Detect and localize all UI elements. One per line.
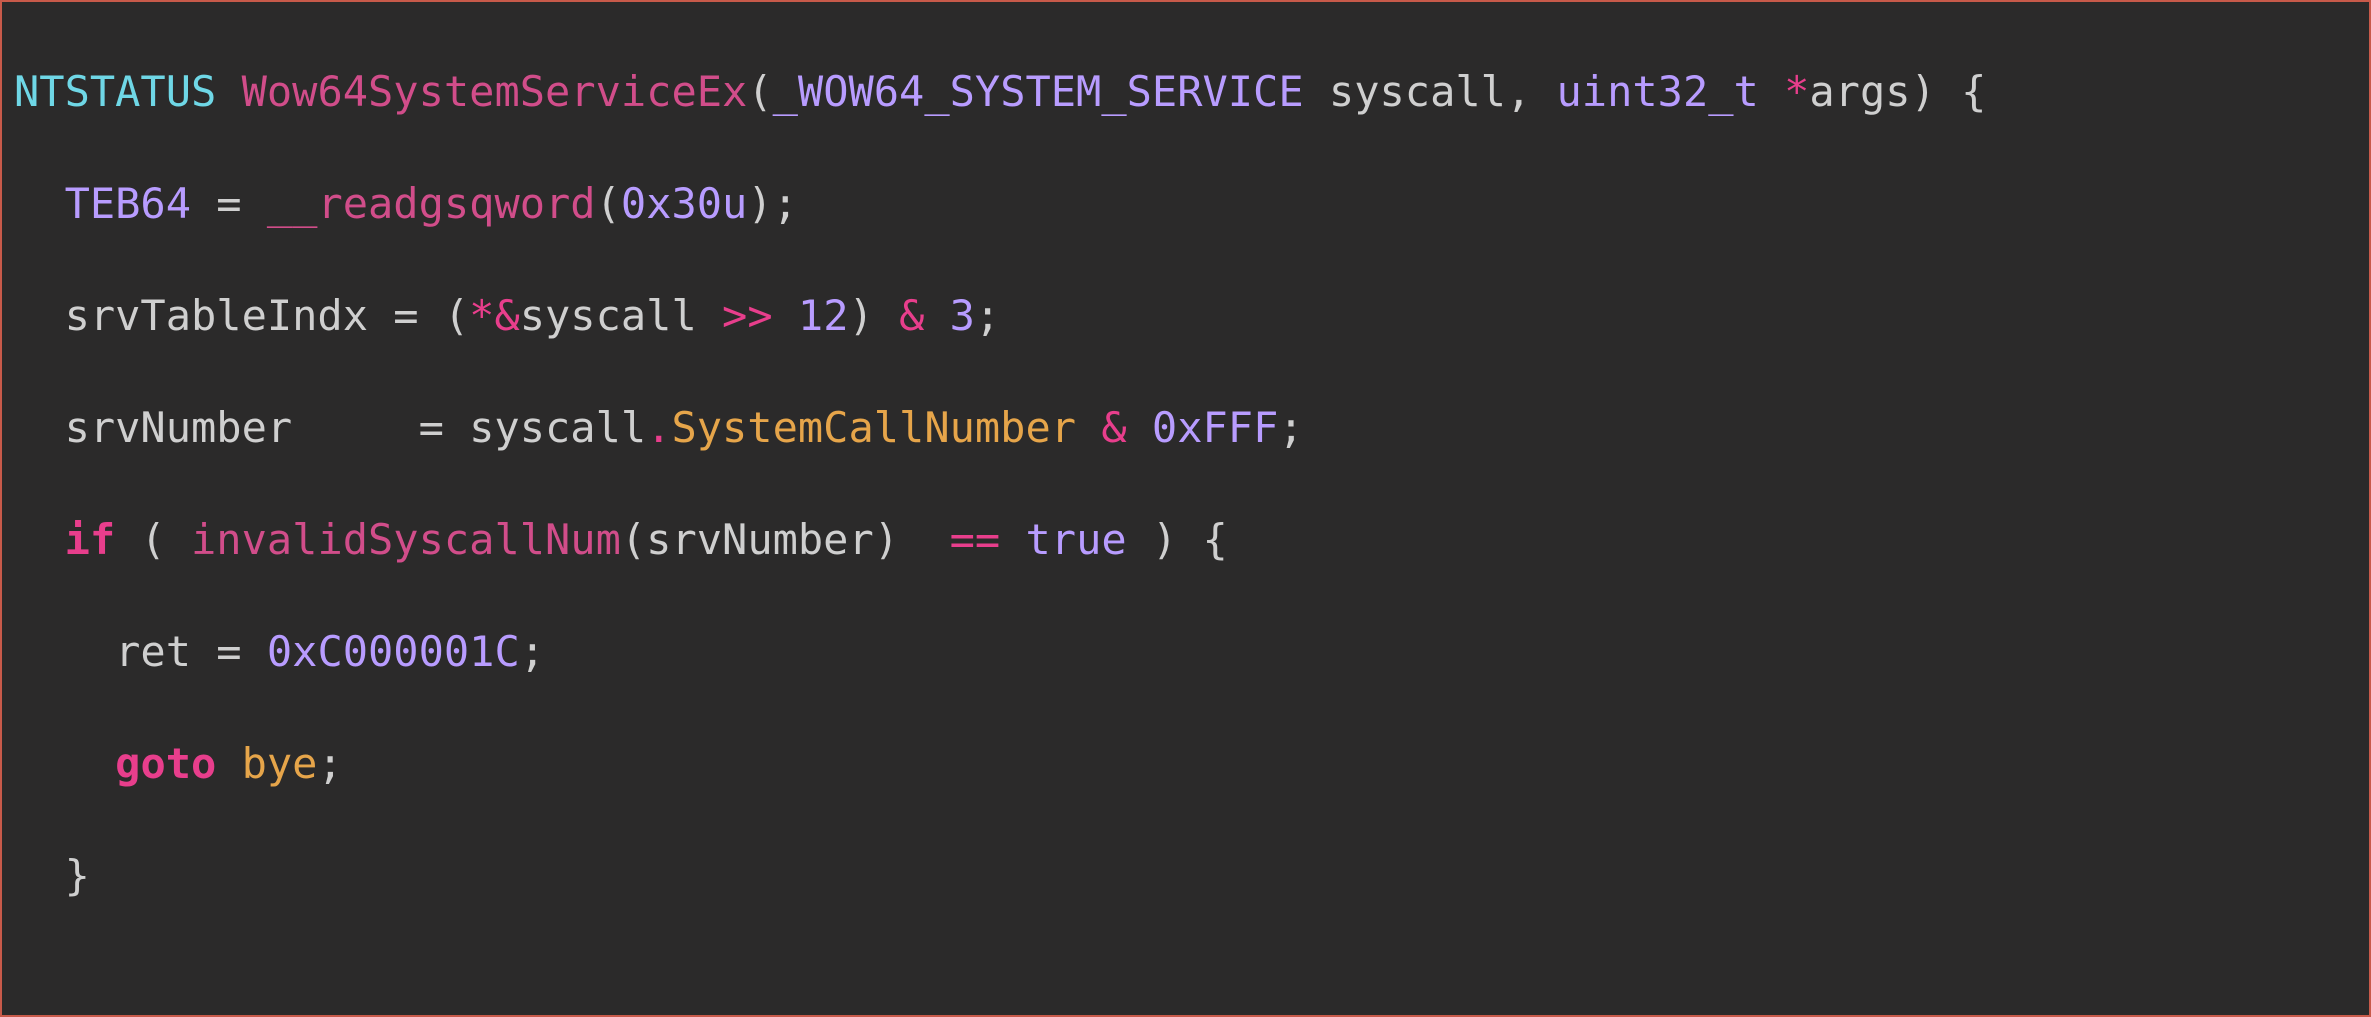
code-line-5: if ( invalidSyscallNum(srvNumber) == tru… [14, 512, 2357, 568]
return-type: NTSTATUS [14, 67, 216, 116]
pointer-star: * [1784, 67, 1809, 116]
param2-type: uint32_t [1557, 67, 1785, 116]
hex-literal: 0x30u [621, 179, 747, 228]
close-paren-brace: ) { [1911, 67, 1987, 116]
ntstatus-literal: 0xC000001C [267, 627, 520, 676]
open-paren: ( [747, 67, 772, 116]
code-line-3: srvTableIndx = (*&syscall >> 12) & 3; [14, 288, 2357, 344]
code-line-2: TEB64 = __readgsqword(0x30u); [14, 176, 2357, 232]
eq-op: == [950, 515, 1001, 564]
code-block: NTSTATUS Wow64SystemServiceEx(_WOW64_SYS… [0, 0, 2371, 1017]
code-line-9 [14, 960, 2357, 1016]
param-sep: , [1506, 67, 1557, 116]
invalid-syscall-fn: invalidSyscallNum [191, 515, 621, 564]
goto-keyword: goto [115, 739, 216, 788]
goto-label: bye [242, 739, 318, 788]
deref-op: *& [469, 291, 520, 340]
member-systemcallnumber: SystemCallNumber [671, 403, 1076, 452]
code-line-1: NTSTATUS Wow64SystemServiceEx(_WOW64_SYS… [14, 64, 2357, 120]
true-literal: true [1026, 515, 1127, 564]
param1-name: syscall [1304, 67, 1506, 116]
readgsqword-fn: __readgsqword [267, 179, 596, 228]
code-line-8: } [14, 848, 2357, 904]
code-line-7: goto bye; [14, 736, 2357, 792]
param1-type: _WOW64_SYSTEM_SERVICE [773, 67, 1304, 116]
code-line-6: ret = 0xC000001C; [14, 624, 2357, 680]
code-line-4: srvNumber = syscall.SystemCallNumber & 0… [14, 400, 2357, 456]
teb64-var: TEB64 [14, 179, 191, 228]
function-name: Wow64SystemServiceEx [242, 67, 748, 116]
if-keyword: if [14, 515, 115, 564]
param2-name: args [1809, 67, 1910, 116]
shift-op: >> [722, 291, 773, 340]
and-op: & [899, 291, 924, 340]
